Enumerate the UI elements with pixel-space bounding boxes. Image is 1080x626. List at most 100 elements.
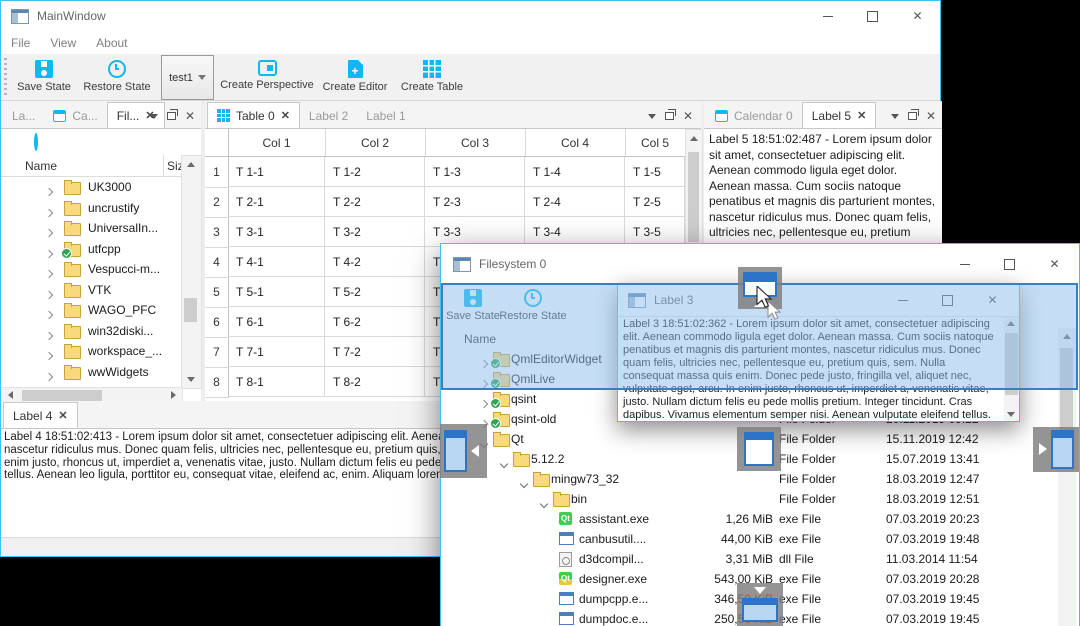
scroll-down-icon[interactable]	[187, 377, 195, 382]
table-cell[interactable]: T 2-4	[525, 187, 625, 217]
minimize-button[interactable]	[805, 1, 850, 31]
tree-item[interactable]: UK3000	[1, 177, 181, 197]
table-cell[interactable]: T 1-3	[425, 157, 525, 187]
tab-calendar0[interactable]: Calendar 0	[706, 104, 802, 128]
table-column-header[interactable]: Col 3	[425, 129, 526, 157]
table-column-header[interactable]: Col 1	[228, 129, 326, 157]
tree-item[interactable]: WAGO_PFC	[1, 300, 181, 320]
table-cell[interactable]: T 1-4	[525, 157, 625, 187]
tree-item[interactable]: uncrustify	[1, 198, 181, 218]
chevron-down-icon[interactable]	[539, 496, 549, 510]
tree-item[interactable]: workspace_...	[1, 341, 181, 361]
table-column-header[interactable]: Col 5	[625, 129, 686, 157]
scroll-right-icon[interactable]	[171, 391, 176, 399]
table-cell[interactable]: T 5-2	[325, 277, 425, 307]
file-row[interactable]: canbusutil.... 44,00 KiB exe File 07.03.201…	[441, 529, 1057, 549]
drop-indicator-bottom[interactable]	[737, 583, 783, 626]
table-cell[interactable]: T 1-5	[625, 157, 685, 187]
menu-item-view[interactable]: View	[40, 36, 86, 50]
scroll-thumb[interactable]	[688, 152, 699, 242]
scroll-thumb[interactable]	[22, 390, 102, 401]
create-editor-button[interactable]: Create Editor	[321, 60, 389, 93]
table-column-header[interactable]: Col 4	[525, 129, 626, 157]
menu-item-about[interactable]: About	[86, 36, 137, 50]
tree-item[interactable]: Vespucci-m...	[1, 259, 181, 279]
table-cell[interactable]: T 2-1	[228, 187, 325, 217]
create-table-button[interactable]: Create Table	[397, 60, 467, 93]
tab-menu-icon[interactable]	[149, 113, 158, 119]
main-titlebar[interactable]: MainWindow ✕	[1, 1, 940, 31]
tab-table0[interactable]: Table 0 ✕	[207, 102, 300, 128]
tab-label2[interactable]: Label 2	[300, 104, 357, 128]
maximize-button[interactable]	[850, 1, 895, 31]
save-state-button[interactable]: Save State	[11, 60, 77, 93]
table-cell[interactable]: T 2-3	[425, 187, 525, 217]
tree-item[interactable]: wwWidgets	[1, 362, 181, 382]
close-panel-icon[interactable]: ✕	[926, 109, 936, 123]
float-panel-icon[interactable]	[664, 109, 676, 120]
tree-header[interactable]: Name Siz	[1, 155, 181, 177]
table-cell[interactable]: T 2-2	[325, 187, 425, 217]
tree-item[interactable]: utfcpp	[1, 239, 181, 259]
tab-label1[interactable]: Label 1	[357, 104, 414, 128]
file-row[interactable]: bin File Folder 18.03.2019 12:51	[441, 489, 1057, 509]
scroll-left-icon[interactable]	[8, 391, 13, 399]
vertical-scrollbar[interactable]	[181, 155, 202, 389]
float-panel-icon[interactable]	[166, 109, 178, 120]
table-cell[interactable]: T 8-2	[325, 367, 425, 397]
scroll-up-icon[interactable]	[187, 162, 195, 167]
table-cell[interactable]: T 1-1	[228, 157, 325, 187]
file-row[interactable]: Qt assistant.exe 1,26 MiB exe File 07.03.201…	[441, 509, 1057, 529]
drop-indicator-center[interactable]	[737, 427, 781, 471]
table-cell[interactable]: T 7-2	[325, 337, 425, 367]
chevron-down-icon[interactable]	[499, 456, 509, 470]
scroll-thumb[interactable]	[184, 298, 197, 322]
file-row[interactable]: d3dcompil... 3,31 MiB dll File 11.03.2014 1…	[441, 549, 1057, 569]
tree-item[interactable]: VTK	[1, 280, 181, 300]
table-cell[interactable]: T 8-1	[228, 367, 325, 397]
file-type: dll File	[779, 552, 814, 566]
tree-item[interactable]: win32diski...	[1, 321, 181, 341]
file-row[interactable]: mingw73_32 File Folder 18.03.2019 12:47	[441, 469, 1057, 489]
table-cell[interactable]: T 1-2	[325, 157, 425, 187]
scroll-down-icon[interactable]	[1007, 412, 1015, 417]
scroll-up-icon[interactable]	[690, 136, 698, 141]
create-perspective-button[interactable]: Create Perspective	[219, 60, 315, 91]
tab-ca[interactable]: Ca...	[44, 104, 106, 128]
restore-clock-icon[interactable]	[34, 133, 38, 151]
close-tab-icon[interactable]: ✕	[281, 109, 290, 122]
toolbar-handle[interactable]	[4, 58, 7, 97]
float-panel-icon[interactable]	[907, 109, 919, 120]
drop-indicator-right[interactable]	[1033, 427, 1079, 472]
table-cell[interactable]: T 2-5	[625, 187, 685, 217]
table-cell[interactable]: T 6-2	[325, 307, 425, 337]
table-cell[interactable]: T 3-2	[325, 217, 425, 247]
close-panel-icon[interactable]: ✕	[683, 109, 693, 123]
chevron-right-icon[interactable]	[479, 396, 489, 410]
tab-menu-icon[interactable]	[647, 113, 656, 119]
tab-la[interactable]: La...	[3, 104, 44, 128]
tree-item[interactable]: UniversalIn...	[1, 218, 181, 238]
tab-label4[interactable]: Label 4 ✕	[3, 402, 78, 428]
restore-state-button[interactable]: Restore State	[79, 60, 155, 93]
close-tab-icon[interactable]: ✕	[58, 409, 67, 422]
tab-menu-icon[interactable]	[890, 113, 899, 119]
close-panel-icon[interactable]: ✕	[185, 109, 195, 123]
arrow-left-icon	[471, 445, 479, 457]
close-button[interactable]: ✕	[895, 1, 940, 31]
table-cell[interactable]: T 5-1	[228, 277, 325, 307]
table-cell[interactable]: T 4-2	[325, 247, 425, 277]
tab-label5[interactable]: Label 5 ✕	[801, 102, 877, 128]
table-cell[interactable]: T 7-1	[228, 337, 325, 367]
perspective-dropdown[interactable]: test1	[161, 55, 214, 100]
table-cell[interactable]: T 6-1	[228, 307, 325, 337]
table-cell[interactable]: T 4-1	[228, 247, 325, 277]
close-tab-icon[interactable]: ✕	[857, 109, 866, 122]
folder-icon	[64, 262, 81, 277]
table-column-header[interactable]: Col 2	[325, 129, 426, 157]
menu-item-file[interactable]: File	[1, 36, 40, 50]
table-cell[interactable]: T 3-1	[228, 217, 325, 247]
chevron-down-icon[interactable]	[519, 476, 529, 490]
row-number: 6	[205, 307, 229, 338]
drop-indicator-left[interactable]	[440, 424, 487, 478]
